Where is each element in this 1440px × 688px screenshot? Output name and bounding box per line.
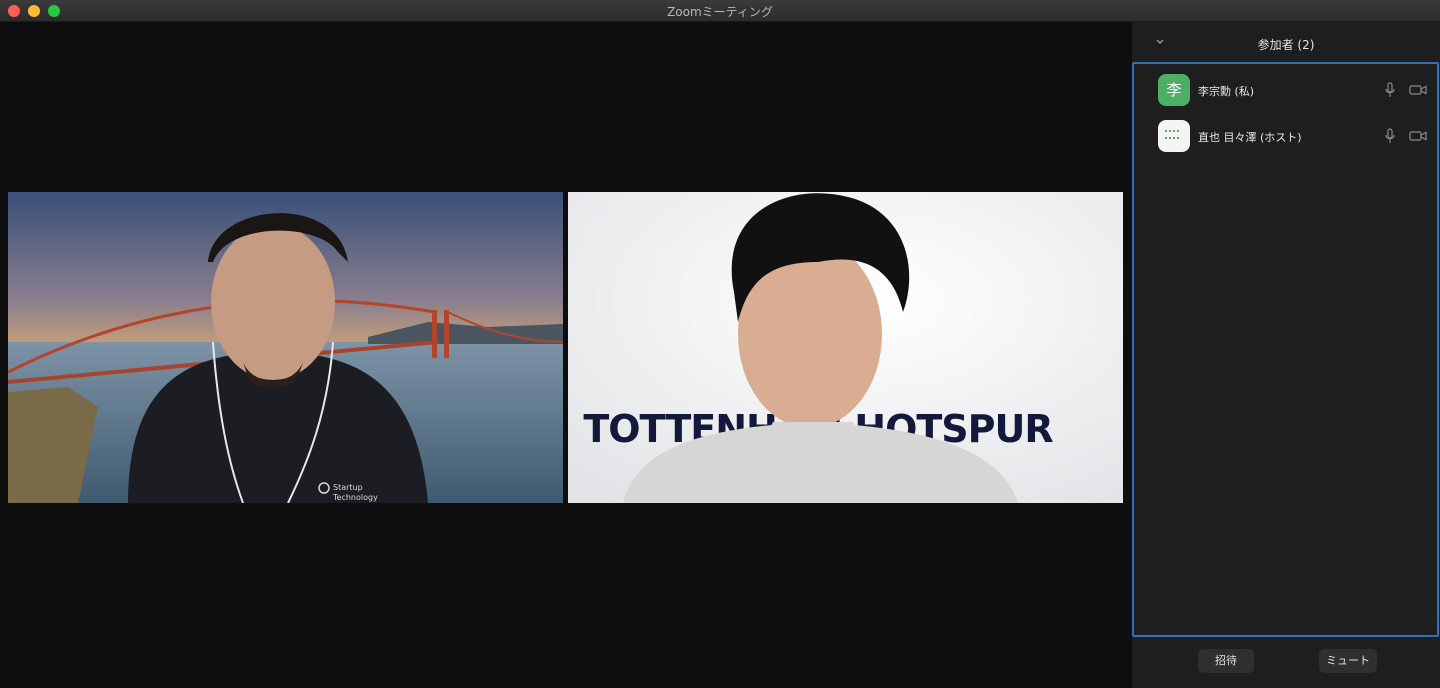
participant-row-host[interactable]: 直也 目々澤 (ホスト) (1134, 116, 1437, 156)
microphone-icon[interactable] (1384, 128, 1396, 144)
avatar: 李 (1158, 74, 1190, 106)
participant-list: 李 李宗勳 (私) 直也 目々澤 (ホスト) (1132, 62, 1439, 637)
video-tile-participant-2[interactable]: TOTTENHAM HOTSPUR (568, 192, 1123, 503)
participants-panel-title: 参加者 (2) (1257, 38, 1315, 52)
video-camera-icon[interactable] (1409, 130, 1427, 142)
avatar-logo-icon (1165, 130, 1179, 139)
video-tile-participant-1[interactable]: Startup Technology (8, 192, 563, 503)
shirt-logo-line-1: Startup (333, 483, 363, 492)
video-camera-icon[interactable] (1409, 84, 1427, 96)
shirt-logo-line-2: Technology (332, 493, 378, 502)
window-title: Zoomミーティング (667, 5, 773, 19)
mute-all-button[interactable]: ミュート (1319, 649, 1377, 673)
participants-panel: 参加者 (2) 李 李宗勳 (私) 直也 目々澤 (ホスト) 招待 ミュート (1132, 22, 1440, 688)
avatar (1158, 120, 1190, 152)
participants-panel-header: 参加者 (2) (1132, 22, 1440, 62)
invite-button[interactable]: 招待 (1198, 649, 1254, 673)
video-feed-tottenham: TOTTENHAM HOTSPUR (568, 192, 1123, 503)
participant-name: 直也 目々澤 (ホスト) (1198, 131, 1302, 144)
participant-name: 李宗勳 (私) (1198, 85, 1255, 98)
microphone-icon[interactable] (1384, 82, 1396, 98)
title-bar: Zoomミーティング (0, 0, 1440, 22)
video-gallery: Startup Technology TOTTENHAM HOTSPUR (0, 22, 1132, 688)
participant-row-self[interactable]: 李 李宗勳 (私) (1134, 70, 1437, 110)
video-feed-golden-gate: Startup Technology (8, 192, 563, 503)
